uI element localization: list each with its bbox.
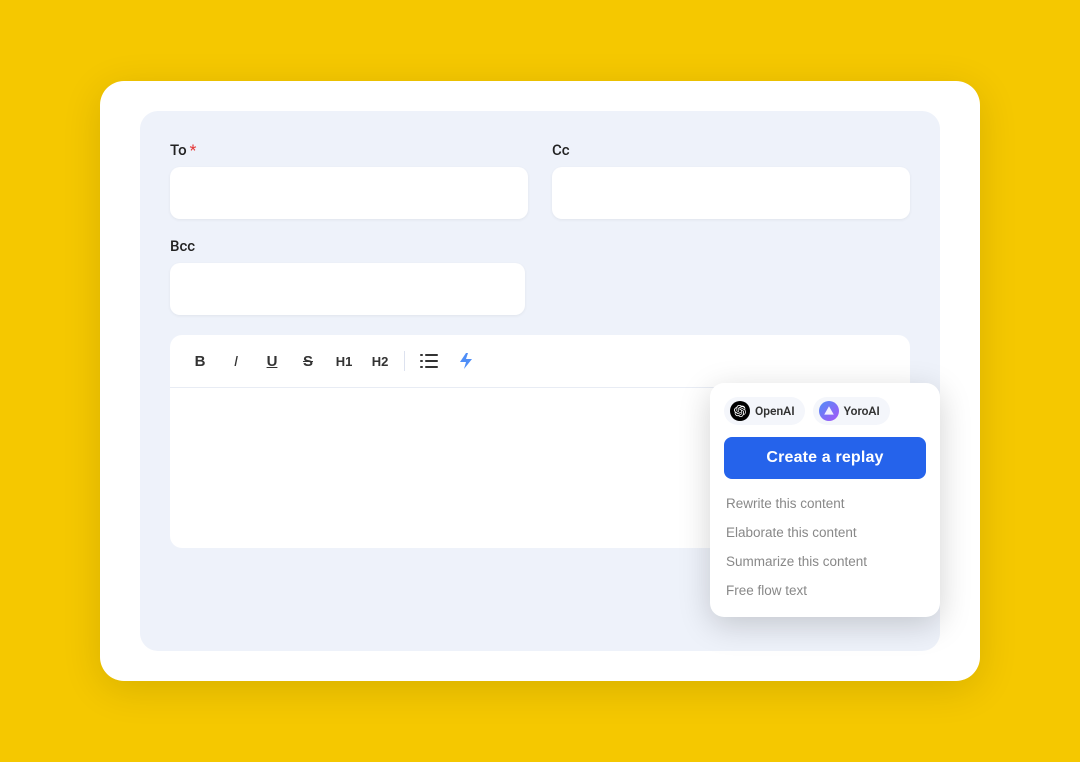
yoroai-label: YoroAI — [844, 404, 880, 418]
free-flow-text-item[interactable]: Free flow text — [724, 576, 926, 605]
to-input[interactable] — [170, 167, 528, 219]
underline-button[interactable]: U — [256, 345, 288, 377]
toolbar-divider — [404, 351, 405, 371]
toolbar: B I U S H1 H2 — [170, 335, 910, 388]
rewrite-content-item[interactable]: Rewrite this content — [724, 489, 926, 518]
h2-button[interactable]: H2 — [364, 345, 396, 377]
ai-dropdown: OpenAI YoroAI Create a replay Rewrite th… — [710, 383, 940, 617]
openai-logo-circle — [730, 401, 750, 421]
summarize-content-item[interactable]: Summarize this content — [724, 547, 926, 576]
strikethrough-button[interactable]: S — [292, 345, 324, 377]
openai-label: OpenAI — [755, 404, 795, 418]
bcc-label: Bcc — [170, 237, 525, 255]
to-label: To* — [170, 141, 528, 159]
openai-badge: OpenAI — [724, 397, 805, 425]
ai-logo-row: OpenAI YoroAI — [724, 397, 926, 425]
cc-field-group: Cc — [552, 141, 910, 219]
elaborate-content-item[interactable]: Elaborate this content — [724, 518, 926, 547]
yoroai-badge: YoroAI — [813, 397, 890, 425]
yoroai-icon — [823, 405, 835, 417]
form-area: To* Cc Bcc B I U S H1 H2 — [140, 111, 940, 651]
cc-label: Cc — [552, 141, 910, 159]
openai-icon — [734, 405, 746, 417]
to-field-group: To* — [170, 141, 528, 219]
main-card: To* Cc Bcc B I U S H1 H2 — [100, 81, 980, 681]
bcc-field-group: Bcc — [170, 237, 525, 315]
required-star: * — [190, 141, 197, 159]
ai-lightning-icon — [455, 351, 475, 371]
h1-button[interactable]: H1 — [328, 345, 360, 377]
cc-input[interactable] — [552, 167, 910, 219]
italic-button[interactable]: I — [220, 345, 252, 377]
to-cc-row: To* Cc — [170, 141, 910, 219]
editor-wrapper: B I U S H1 H2 — [170, 335, 910, 548]
bold-button[interactable]: B — [184, 345, 216, 377]
ai-button[interactable] — [449, 345, 481, 377]
yoroai-logo-circle — [819, 401, 839, 421]
create-replay-button[interactable]: Create a replay — [724, 437, 926, 479]
list-icon — [420, 353, 438, 369]
bcc-input[interactable] — [170, 263, 525, 315]
list-button[interactable] — [413, 345, 445, 377]
bcc-row: Bcc — [170, 237, 910, 315]
